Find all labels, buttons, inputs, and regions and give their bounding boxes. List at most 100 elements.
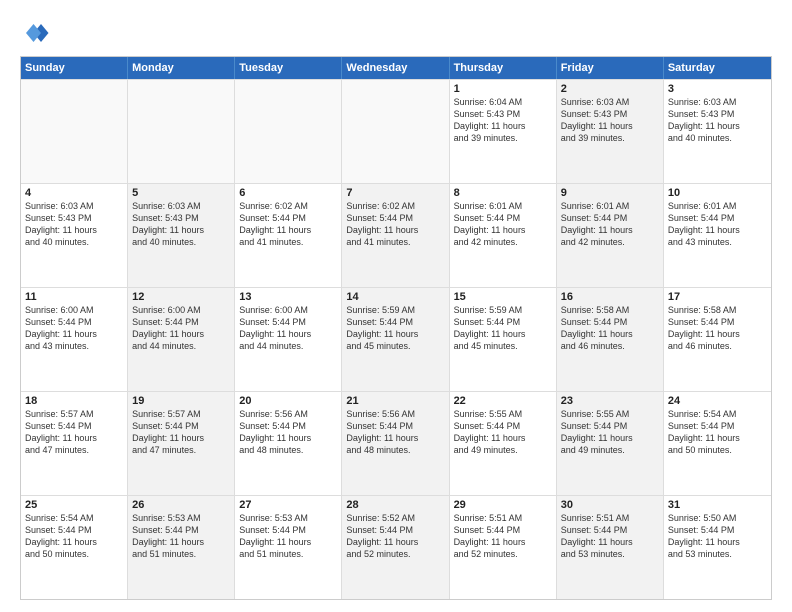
cal-cell [21, 80, 128, 183]
cal-cell [128, 80, 235, 183]
day-number: 11 [25, 291, 123, 303]
cell-text: Sunrise: 5:51 AMSunset: 5:44 PMDaylight:… [561, 512, 659, 561]
day-number: 31 [668, 499, 767, 511]
cell-text: Sunrise: 6:00 AMSunset: 5:44 PMDaylight:… [239, 304, 337, 353]
calendar: SundayMondayTuesdayWednesdayThursdayFrid… [20, 56, 772, 600]
day-number: 17 [668, 291, 767, 303]
cal-cell: 11Sunrise: 6:00 AMSunset: 5:44 PMDayligh… [21, 288, 128, 391]
cal-cell: 5Sunrise: 6:03 AMSunset: 5:43 PMDaylight… [128, 184, 235, 287]
cell-text: Sunrise: 6:02 AMSunset: 5:44 PMDaylight:… [346, 200, 444, 249]
cell-text: Sunrise: 6:03 AMSunset: 5:43 PMDaylight:… [561, 96, 659, 145]
cal-cell: 31Sunrise: 5:50 AMSunset: 5:44 PMDayligh… [664, 496, 771, 599]
day-number: 12 [132, 291, 230, 303]
cell-text: Sunrise: 5:59 AMSunset: 5:44 PMDaylight:… [346, 304, 444, 353]
cal-cell: 13Sunrise: 6:00 AMSunset: 5:44 PMDayligh… [235, 288, 342, 391]
cal-header-cell-friday: Friday [557, 57, 664, 79]
cal-header-cell-monday: Monday [128, 57, 235, 79]
day-number: 4 [25, 187, 123, 199]
day-number: 22 [454, 395, 552, 407]
cell-text: Sunrise: 6:01 AMSunset: 5:44 PMDaylight:… [454, 200, 552, 249]
cell-text: Sunrise: 5:56 AMSunset: 5:44 PMDaylight:… [239, 408, 337, 457]
cal-row-0: 1Sunrise: 6:04 AMSunset: 5:43 PMDaylight… [21, 79, 771, 183]
day-number: 19 [132, 395, 230, 407]
day-number: 21 [346, 395, 444, 407]
cal-cell [235, 80, 342, 183]
cell-text: Sunrise: 6:00 AMSunset: 5:44 PMDaylight:… [132, 304, 230, 353]
cell-text: Sunrise: 5:55 AMSunset: 5:44 PMDaylight:… [561, 408, 659, 457]
cal-cell: 16Sunrise: 5:58 AMSunset: 5:44 PMDayligh… [557, 288, 664, 391]
day-number: 9 [561, 187, 659, 199]
cal-cell: 20Sunrise: 5:56 AMSunset: 5:44 PMDayligh… [235, 392, 342, 495]
cal-header-cell-thursday: Thursday [450, 57, 557, 79]
cell-text: Sunrise: 5:59 AMSunset: 5:44 PMDaylight:… [454, 304, 552, 353]
day-number: 13 [239, 291, 337, 303]
cell-text: Sunrise: 5:55 AMSunset: 5:44 PMDaylight:… [454, 408, 552, 457]
cell-text: Sunrise: 5:52 AMSunset: 5:44 PMDaylight:… [346, 512, 444, 561]
cal-cell [342, 80, 449, 183]
cal-cell: 6Sunrise: 6:02 AMSunset: 5:44 PMDaylight… [235, 184, 342, 287]
cell-text: Sunrise: 5:54 AMSunset: 5:44 PMDaylight:… [668, 408, 767, 457]
cell-text: Sunrise: 5:51 AMSunset: 5:44 PMDaylight:… [454, 512, 552, 561]
day-number: 6 [239, 187, 337, 199]
cell-text: Sunrise: 5:58 AMSunset: 5:44 PMDaylight:… [561, 304, 659, 353]
cal-cell: 9Sunrise: 6:01 AMSunset: 5:44 PMDaylight… [557, 184, 664, 287]
cell-text: Sunrise: 6:01 AMSunset: 5:44 PMDaylight:… [561, 200, 659, 249]
cal-cell: 15Sunrise: 5:59 AMSunset: 5:44 PMDayligh… [450, 288, 557, 391]
day-number: 10 [668, 187, 767, 199]
cal-cell: 8Sunrise: 6:01 AMSunset: 5:44 PMDaylight… [450, 184, 557, 287]
cal-cell: 10Sunrise: 6:01 AMSunset: 5:44 PMDayligh… [664, 184, 771, 287]
day-number: 14 [346, 291, 444, 303]
cell-text: Sunrise: 6:00 AMSunset: 5:44 PMDaylight:… [25, 304, 123, 353]
cal-cell: 30Sunrise: 5:51 AMSunset: 5:44 PMDayligh… [557, 496, 664, 599]
day-number: 1 [454, 83, 552, 95]
calendar-header: SundayMondayTuesdayWednesdayThursdayFrid… [21, 57, 771, 79]
cal-cell: 27Sunrise: 5:53 AMSunset: 5:44 PMDayligh… [235, 496, 342, 599]
day-number: 26 [132, 499, 230, 511]
day-number: 5 [132, 187, 230, 199]
cal-header-cell-sunday: Sunday [21, 57, 128, 79]
day-number: 15 [454, 291, 552, 303]
cal-cell: 21Sunrise: 5:56 AMSunset: 5:44 PMDayligh… [342, 392, 449, 495]
cal-row-3: 18Sunrise: 5:57 AMSunset: 5:44 PMDayligh… [21, 391, 771, 495]
header [20, 18, 772, 48]
day-number: 20 [239, 395, 337, 407]
cell-text: Sunrise: 6:03 AMSunset: 5:43 PMDaylight:… [132, 200, 230, 249]
day-number: 16 [561, 291, 659, 303]
cell-text: Sunrise: 6:04 AMSunset: 5:43 PMDaylight:… [454, 96, 552, 145]
cal-cell: 23Sunrise: 5:55 AMSunset: 5:44 PMDayligh… [557, 392, 664, 495]
day-number: 18 [25, 395, 123, 407]
day-number: 7 [346, 187, 444, 199]
day-number: 24 [668, 395, 767, 407]
cell-text: Sunrise: 5:57 AMSunset: 5:44 PMDaylight:… [132, 408, 230, 457]
cal-row-1: 4Sunrise: 6:03 AMSunset: 5:43 PMDaylight… [21, 183, 771, 287]
cal-header-cell-wednesday: Wednesday [342, 57, 449, 79]
cell-text: Sunrise: 5:56 AMSunset: 5:44 PMDaylight:… [346, 408, 444, 457]
cell-text: Sunrise: 6:03 AMSunset: 5:43 PMDaylight:… [25, 200, 123, 249]
cell-text: Sunrise: 5:53 AMSunset: 5:44 PMDaylight:… [239, 512, 337, 561]
cell-text: Sunrise: 5:50 AMSunset: 5:44 PMDaylight:… [668, 512, 767, 561]
day-number: 8 [454, 187, 552, 199]
cal-cell: 1Sunrise: 6:04 AMSunset: 5:43 PMDaylight… [450, 80, 557, 183]
cal-cell: 26Sunrise: 5:53 AMSunset: 5:44 PMDayligh… [128, 496, 235, 599]
cell-text: Sunrise: 5:53 AMSunset: 5:44 PMDaylight:… [132, 512, 230, 561]
cal-header-cell-saturday: Saturday [664, 57, 771, 79]
cell-text: Sunrise: 6:03 AMSunset: 5:43 PMDaylight:… [668, 96, 767, 145]
day-number: 3 [668, 83, 767, 95]
cal-cell: 28Sunrise: 5:52 AMSunset: 5:44 PMDayligh… [342, 496, 449, 599]
cal-cell: 29Sunrise: 5:51 AMSunset: 5:44 PMDayligh… [450, 496, 557, 599]
cal-cell: 7Sunrise: 6:02 AMSunset: 5:44 PMDaylight… [342, 184, 449, 287]
day-number: 30 [561, 499, 659, 511]
cal-cell: 2Sunrise: 6:03 AMSunset: 5:43 PMDaylight… [557, 80, 664, 183]
cal-cell: 4Sunrise: 6:03 AMSunset: 5:43 PMDaylight… [21, 184, 128, 287]
cal-cell: 24Sunrise: 5:54 AMSunset: 5:44 PMDayligh… [664, 392, 771, 495]
cell-text: Sunrise: 5:57 AMSunset: 5:44 PMDaylight:… [25, 408, 123, 457]
cal-cell: 19Sunrise: 5:57 AMSunset: 5:44 PMDayligh… [128, 392, 235, 495]
day-number: 23 [561, 395, 659, 407]
cal-cell: 17Sunrise: 5:58 AMSunset: 5:44 PMDayligh… [664, 288, 771, 391]
cal-cell: 22Sunrise: 5:55 AMSunset: 5:44 PMDayligh… [450, 392, 557, 495]
cell-text: Sunrise: 6:01 AMSunset: 5:44 PMDaylight:… [668, 200, 767, 249]
cell-text: Sunrise: 5:58 AMSunset: 5:44 PMDaylight:… [668, 304, 767, 353]
cal-cell: 3Sunrise: 6:03 AMSunset: 5:43 PMDaylight… [664, 80, 771, 183]
cell-text: Sunrise: 6:02 AMSunset: 5:44 PMDaylight:… [239, 200, 337, 249]
cal-cell: 25Sunrise: 5:54 AMSunset: 5:44 PMDayligh… [21, 496, 128, 599]
